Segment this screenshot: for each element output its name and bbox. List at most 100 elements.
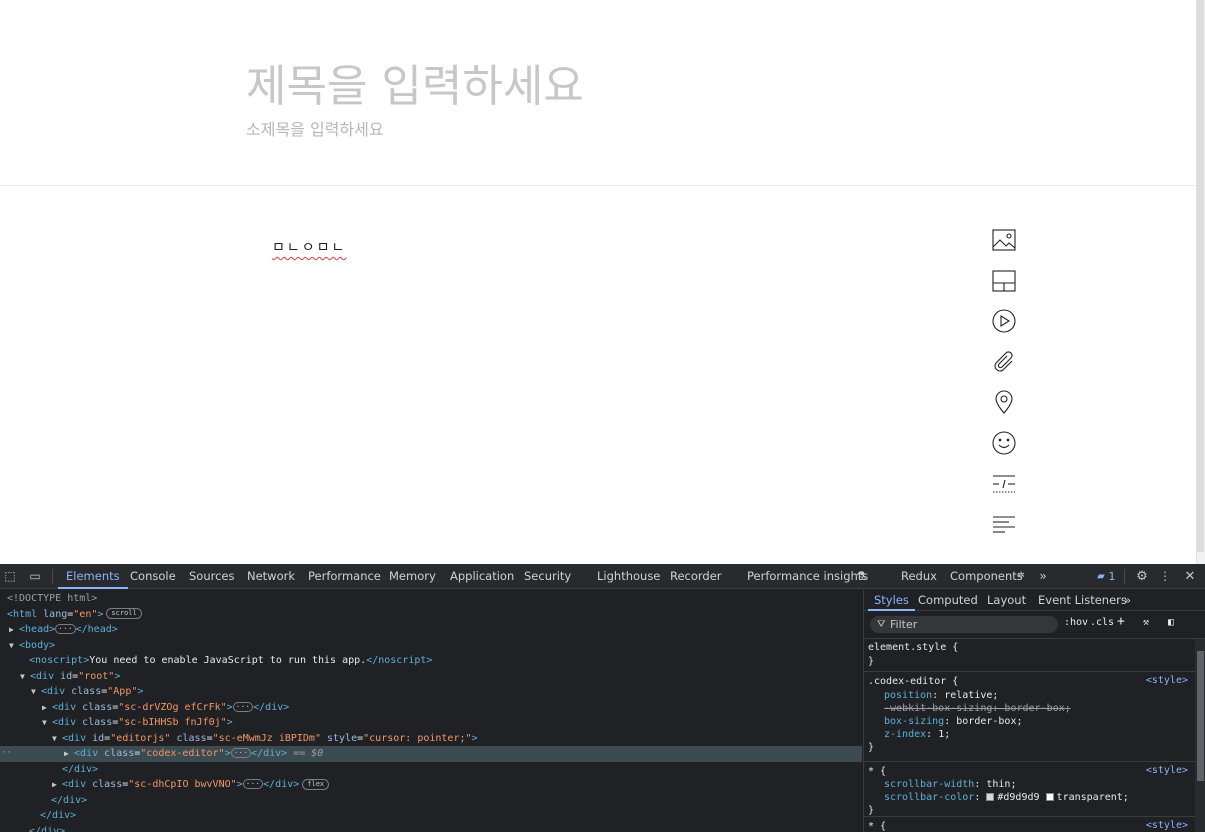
dom-line-doctype[interactable]: <!DOCTYPE html> (0, 591, 862, 607)
expand-triangle[interactable]: ▶ (64, 746, 74, 762)
close-icon[interactable]: ✕ (1182, 564, 1198, 589)
cls-button[interactable]: .cls (1090, 617, 1114, 628)
dom-line-close-editorjs[interactable]: </div> (0, 762, 862, 778)
divider-tool[interactable] (988, 468, 1020, 500)
selector-codex-editor[interactable]: .codex-editor { (868, 675, 958, 688)
dom-line-div-1[interactable]: ▶ <div class="sc-drVZOg efCrFk"> ··· </div> (0, 700, 862, 716)
scroll-badge[interactable]: scroll (106, 608, 142, 619)
dom-line-codex-editor-selected[interactable]: ·· ▶ <div class="codex-editor"> ··· </div> =… (0, 746, 862, 762)
tab-styles[interactable]: Styles (868, 590, 915, 611)
more-tabs-icon[interactable]: » (1124, 590, 1131, 611)
dom-line-editorjs[interactable]: ▼ <div id="editorjs" class="sc-eMwmJz iBP… (0, 731, 862, 747)
editor-toolbar (988, 224, 1020, 549)
dom-line-close-app[interactable]: </div> (0, 808, 862, 824)
title-input[interactable]: 제목을 입력하세요 (246, 50, 584, 114)
dom-line-noscript[interactable]: <noscript>You need to enable JavaScript … (0, 653, 862, 669)
attachment-tool[interactable] (988, 346, 1020, 378)
editor-content[interactable]: ㅁㄴㅇㅁㄴ (272, 237, 346, 257)
decl-z-index[interactable]: z-index: 1; (884, 728, 950, 741)
filter-input[interactable]: ⛛ Filter (870, 616, 1058, 633)
location-tool[interactable] (988, 386, 1020, 418)
tab-components[interactable]: Components (950, 564, 1023, 589)
styles-scroll-thumb[interactable] (1197, 651, 1204, 781)
dom-line-body[interactable]: ▼ <body> (0, 638, 862, 654)
map-pin-icon (995, 390, 1013, 415)
tab-lighthouse[interactable]: Lighthouse (597, 564, 660, 589)
tab-application[interactable]: Application (450, 564, 514, 589)
collapse-triangle[interactable]: ▼ (9, 638, 19, 654)
paint-icon[interactable]: ⚒ (1143, 617, 1149, 628)
inspect-icon[interactable]: ⬚ (2, 564, 18, 589)
color-swatch[interactable] (1045, 793, 1054, 801)
page-scroll-thumb[interactable] (1197, 0, 1204, 552)
new-rule-icon[interactable]: + (1117, 614, 1125, 629)
dom-line-head[interactable]: ▶ <head> ··· </head> (0, 622, 862, 638)
collapsed-ellipsis[interactable]: ··· (232, 701, 254, 712)
decl-scrollbar-color[interactable]: scrollbar-color: #d9d9d9 transparent; (884, 791, 1129, 804)
dom-line-close-div-2[interactable]: </div> (0, 793, 862, 809)
collapse-triangle[interactable]: ▼ (20, 669, 30, 685)
align-tool[interactable] (988, 508, 1020, 540)
subtitle-input[interactable]: 소제목을 입력하세요 (246, 116, 384, 140)
tab-computed[interactable]: Computed (918, 590, 978, 611)
hov-button[interactable]: :hov (1064, 617, 1088, 628)
expand-triangle[interactable]: ▶ (42, 700, 52, 716)
tab-layout[interactable]: Layout (987, 590, 1026, 611)
collapse-triangle[interactable]: ▼ (52, 731, 62, 747)
style-source-link[interactable]: <style> (1146, 820, 1188, 831)
video-tool[interactable] (988, 305, 1020, 337)
expand-triangle[interactable]: ▶ (9, 622, 19, 638)
collapse-triangle[interactable]: ▼ (31, 684, 41, 700)
color-swatch[interactable] (986, 793, 995, 801)
tab-console[interactable]: Console (130, 564, 176, 589)
collapsed-ellipsis[interactable]: ··· (55, 624, 76, 634)
flex-badge[interactable]: flex (302, 778, 330, 790)
dom-line-close-root[interactable]: </div> (0, 824, 862, 832)
sidebar-toggle-icon[interactable]: ◧ (1168, 617, 1174, 628)
dom-line-div-2[interactable]: ▼ <div class="sc-bIHHSb fnJf0j"> (0, 715, 862, 731)
issues-icon[interactable]: ▰ (1096, 564, 1106, 589)
dom-line-html[interactable]: <html lang="en"> scroll (0, 607, 862, 623)
style-source-link[interactable]: <style> (1146, 765, 1188, 776)
tab-elements[interactable]: Elements (58, 564, 128, 589)
decl-webkit-box-sizing[interactable]: -webkit-box-sizing: border-box; (884, 702, 1071, 715)
dom-line-app[interactable]: ▼ <div class="App"> (0, 684, 862, 700)
page-scrollbar[interactable] (1196, 0, 1205, 564)
tab-redux[interactable]: Redux (901, 564, 937, 589)
decl-scrollbar-width[interactable]: scrollbar-width: thin; (884, 778, 1016, 791)
tab-performance-insights[interactable]: Performance insights (747, 564, 868, 589)
decl-position[interactable]: position: relative; (884, 689, 998, 702)
dom-line-div-3[interactable]: ▶ <div class="sc-dhCpIO bwvVNO"> ··· </div>… (0, 777, 862, 793)
row-dots: ·· (1, 748, 12, 758)
selector-element-style[interactable]: element.style { (868, 641, 958, 654)
settings-gear-icon[interactable]: ⚙ (1134, 564, 1150, 589)
layout-icon (992, 270, 1016, 292)
tab-sources[interactable]: Sources (189, 564, 235, 589)
device-toolbar-icon[interactable]: ▭ (26, 564, 44, 589)
tab-memory[interactable]: Memory (389, 564, 436, 589)
tab-recorder[interactable]: Recorder (670, 564, 722, 589)
collapsed-ellipsis[interactable]: ··· (230, 748, 252, 758)
decl-box-sizing[interactable]: box-sizing: border-box; (884, 715, 1023, 728)
selector-universal[interactable]: * { (868, 765, 886, 778)
collapsed-ellipsis[interactable]: ··· (242, 779, 264, 789)
prop-value: #d9d9d9 (997, 792, 1040, 803)
more-tabs-icon[interactable]: » (1036, 564, 1050, 589)
tab-network[interactable]: Network (247, 564, 295, 589)
tab-performance[interactable]: Performance (308, 564, 381, 589)
style-source-link[interactable]: <style> (1146, 675, 1188, 686)
selected-marker: == $0 (293, 748, 324, 759)
kebab-menu-icon[interactable]: ⋮ (1158, 564, 1172, 589)
expand-triangle[interactable]: ▶ (52, 777, 62, 793)
tab-event-listeners[interactable]: Event Listeners (1038, 590, 1127, 611)
styles-scrollbar[interactable] (1195, 639, 1205, 832)
attr-value: "root" (78, 670, 115, 682)
layout-tool[interactable] (988, 265, 1020, 297)
issues-count[interactable]: 1 (1108, 564, 1116, 589)
selector-universal[interactable]: * { (868, 820, 886, 832)
emoji-tool[interactable] (988, 427, 1020, 459)
collapse-triangle[interactable]: ▼ (42, 715, 52, 731)
tab-security[interactable]: Security (524, 564, 571, 589)
image-tool[interactable] (988, 224, 1020, 256)
dom-line-root[interactable]: ▼ <div id="root"> (0, 669, 862, 685)
